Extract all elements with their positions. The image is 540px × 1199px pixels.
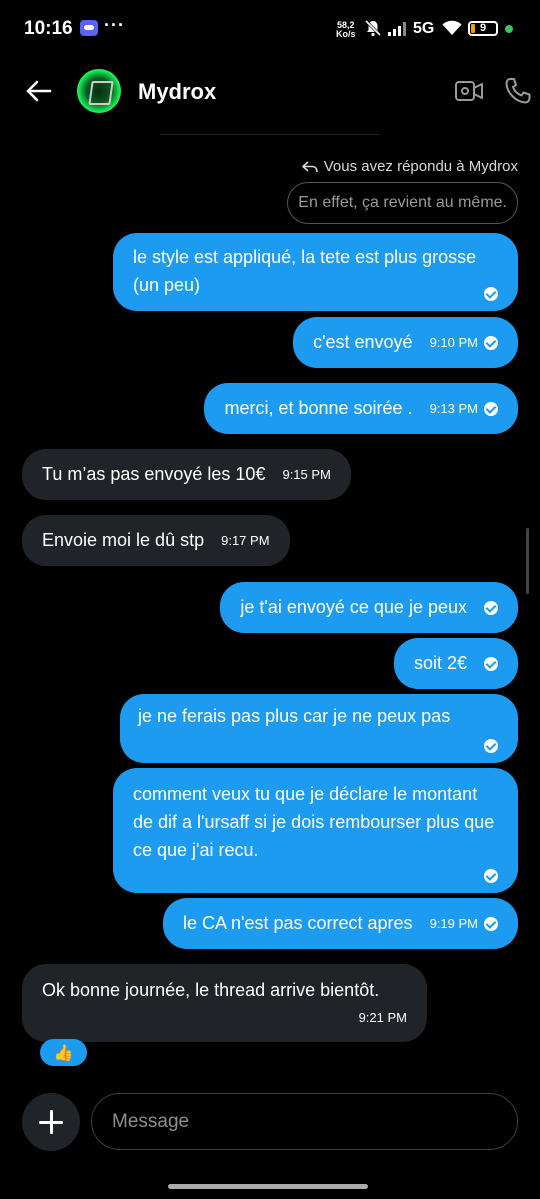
home-indicator[interactable] (168, 1184, 368, 1189)
message-incoming[interactable]: Tu m’as pas envoyé les 10€ 9:15 PM (22, 449, 351, 500)
status-bar: 10:16 ··· 58,2 Ko/s 5G 9 (0, 0, 540, 60)
message-text: Ok bonne journée, le thread arrive bient… (42, 980, 380, 1000)
signal-icon (388, 22, 406, 36)
message-meta: 9:15 PM (282, 461, 330, 489)
network-type: 5G (413, 20, 435, 37)
message-time: 9:13 PM (429, 401, 478, 417)
read-check-icon (484, 917, 498, 932)
mute-icon (364, 19, 382, 37)
reply-icon (301, 160, 318, 172)
read-check-icon (484, 336, 498, 351)
conversation-header: Mydrox (0, 60, 540, 124)
message-time: 9:19 PM (429, 916, 478, 932)
message-meta: 9:19 PM (430, 910, 498, 938)
message-meta: 9:17 PM (221, 527, 269, 555)
wifi-icon (442, 20, 462, 35)
message-text: le style est appliqué, la tete est plus … (133, 247, 477, 295)
message-incoming[interactable]: Ok bonne journée, le thread arrive bient… (22, 964, 427, 1042)
read-check-icon (484, 601, 498, 616)
message-text: Tu m’as pas envoyé les 10€ (42, 464, 266, 484)
scrollbar[interactable] (526, 528, 529, 594)
phone-icon[interactable] (503, 76, 533, 106)
message-text: Envoie moi le dû stp (42, 530, 205, 550)
discord-icon (80, 20, 98, 36)
message-meta: 9:10 PM (430, 329, 498, 357)
thumbs-up-reaction[interactable]: 👍 (40, 1039, 87, 1066)
thumbs-up-icon: 👍 (53, 1044, 74, 1062)
message-outgoing[interactable]: comment veux tu que je déclare le montan… (113, 768, 518, 893)
quoted-message-text: En effet, ça revient au même. (298, 194, 507, 211)
message-meta (484, 601, 498, 616)
message-meta (484, 657, 498, 672)
message-text: comment veux tu que je déclare le montan… (133, 784, 495, 860)
message-meta: 9:21 PM (359, 1004, 407, 1032)
read-check-icon (484, 739, 498, 753)
message-outgoing[interactable]: je t'ai envoyé ce que je peux (220, 582, 518, 633)
message-text: le CA n'est pas correct apres (183, 913, 413, 933)
message-outgoing[interactable]: c'est envoyé 9:10 PM (293, 317, 518, 368)
header-divider (160, 134, 380, 135)
message-meta (484, 869, 498, 883)
contact-name[interactable]: Mydrox (138, 79, 216, 105)
read-check-icon (484, 869, 498, 883)
read-check-icon (484, 657, 498, 672)
video-call-icon[interactable] (454, 78, 484, 104)
reply-context-label: Vous avez répondu à Mydrox (301, 158, 518, 175)
message-meta (484, 739, 498, 753)
message-text: merci, et bonne soirée . (224, 398, 413, 418)
battery-icon: 9 (468, 21, 498, 36)
read-check-icon (484, 287, 498, 301)
status-time: 10:16 (24, 18, 73, 39)
net-speed-unit: Ko/s (336, 29, 356, 39)
message-input[interactable] (91, 1093, 518, 1150)
message-time: 9:15 PM (282, 467, 331, 483)
avatar[interactable] (77, 69, 121, 113)
battery-percent: 9 (479, 22, 487, 34)
message-incoming[interactable]: Envoie moi le dû stp 9:17 PM (22, 515, 290, 566)
back-arrow-icon[interactable] (24, 76, 54, 106)
message-outgoing[interactable]: le style est appliqué, la tete est plus … (113, 233, 518, 311)
add-attachment-button[interactable] (22, 1093, 80, 1151)
message-outgoing[interactable]: merci, et bonne soirée . 9:13 PM (204, 383, 518, 434)
message-outgoing[interactable]: le CA n'est pas correct apres 9:19 PM (163, 898, 518, 949)
message-text: c'est envoyé (313, 332, 413, 352)
message-time: 9:17 PM (221, 533, 270, 549)
message-text: soit 2€ (413, 653, 467, 673)
message-outgoing[interactable]: je ne ferais pas plus car je ne peux pas (120, 694, 518, 763)
message-time: 9:21 PM (358, 1010, 407, 1025)
message-text: je ne ferais pas plus car je ne peux pas (138, 706, 451, 726)
message-meta: 9:13 PM (430, 395, 498, 423)
message-meta (484, 287, 498, 301)
net-speed: 58,2 Ko/s (336, 21, 356, 39)
quoted-message[interactable]: En effet, ça revient au même. (287, 182, 518, 224)
privacy-indicator-dot (505, 25, 513, 33)
message-time: 9:10 PM (429, 335, 478, 351)
more-notifications-icon: ··· (104, 15, 125, 35)
message-outgoing[interactable]: soit 2€ (393, 638, 518, 689)
message-text: je t'ai envoyé ce que je peux (240, 597, 467, 617)
reply-context-text: Vous avez répondu à Mydrox (323, 158, 518, 175)
read-check-icon (484, 402, 498, 417)
